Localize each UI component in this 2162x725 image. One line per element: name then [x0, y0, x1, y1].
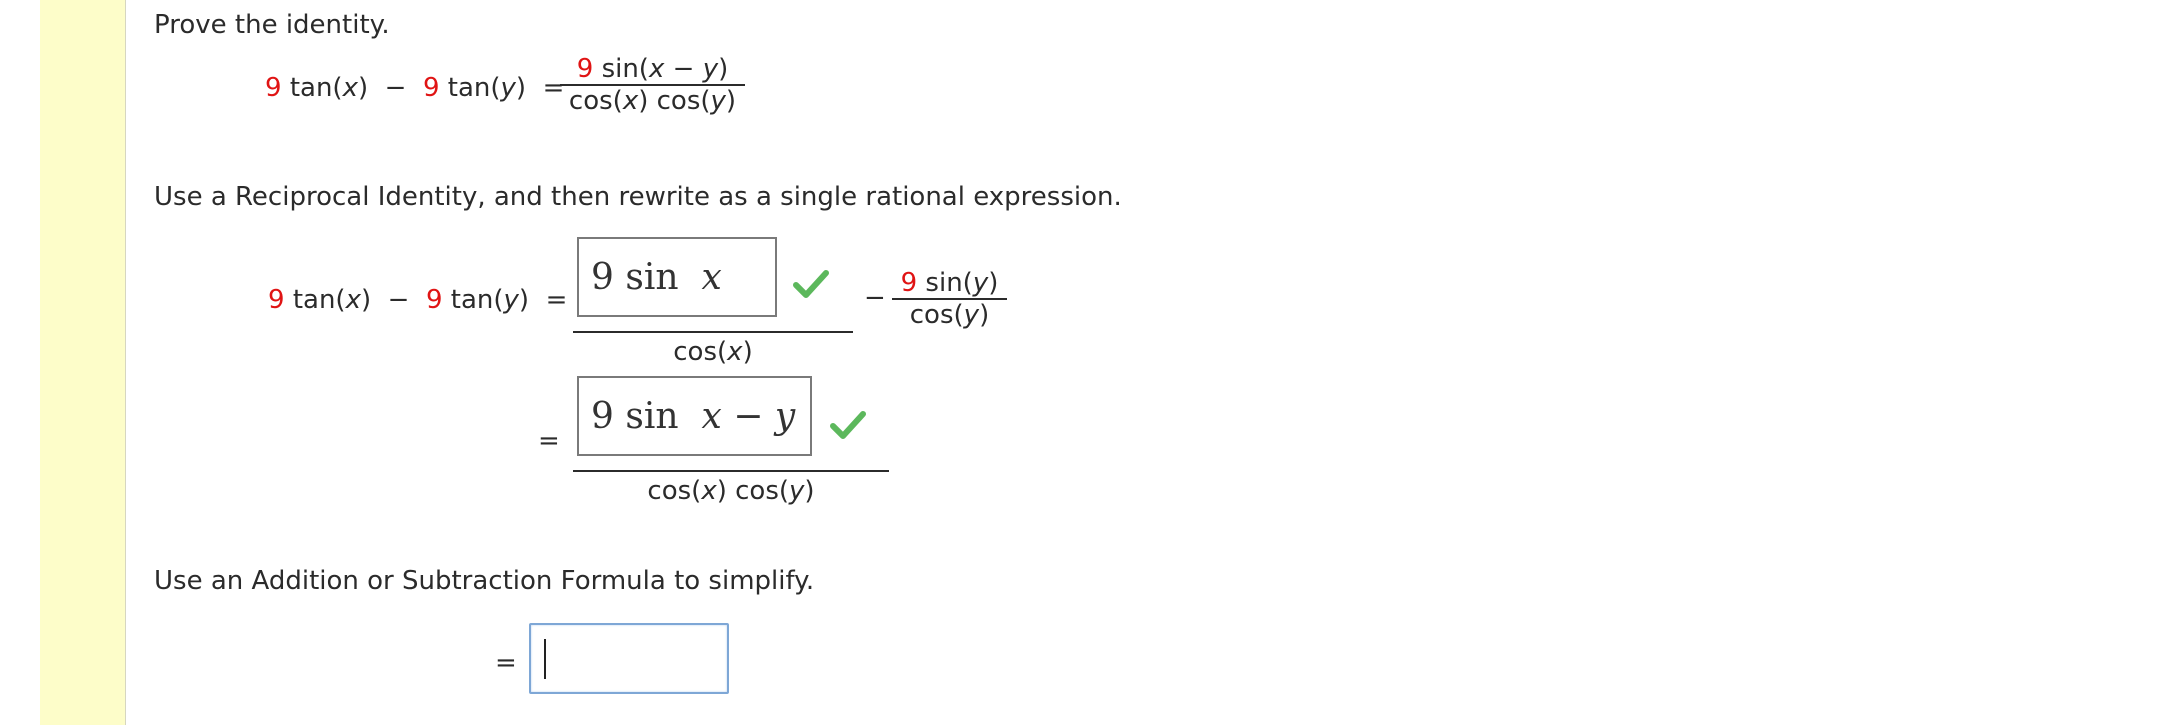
fraction-bar-2 — [573, 470, 889, 472]
answer-box-1[interactable]: 9 sin x — [577, 237, 777, 317]
answer2-denominator: cos(x) cos(y) — [647, 476, 815, 506]
identity-lhs: 9 tan(x) − 9 tan(y) = — [265, 73, 565, 103]
identity-numerator: 9 sin(x − y) — [576, 54, 729, 84]
check-icon — [830, 411, 866, 439]
equals-sign-2: = — [538, 426, 560, 456]
left-margin — [0, 0, 40, 725]
question-gutter — [40, 0, 126, 725]
fraction-bar-1 — [573, 331, 853, 333]
step1-instruction: Use a Reciprocal Identity, and then rewr… — [154, 182, 1122, 212]
simplify-answer-input[interactable] — [529, 623, 729, 694]
answer-box-2[interactable]: 9 sin x − y — [577, 376, 812, 456]
step1-lhs: 9 tan(x) − 9 tan(y) = — [268, 285, 568, 315]
answer1-denominator: cos(x) — [673, 337, 753, 367]
text-caret — [544, 639, 546, 679]
prompt-text: Prove the identity. — [154, 10, 390, 40]
identity-rhs-fraction: 9 sin(x − y) cos(x) cos(y) — [560, 54, 745, 116]
equals-sign-3: = — [495, 648, 517, 678]
sin-y-over-cos-y-fraction: 9 sin(y) cos(y) — [892, 268, 1007, 330]
minus-sign: − — [864, 283, 886, 313]
step2-instruction: Use an Addition or Subtraction Formula t… — [154, 566, 815, 596]
check-icon — [793, 270, 829, 298]
identity-denominator: cos(x) cos(y) — [568, 86, 737, 116]
